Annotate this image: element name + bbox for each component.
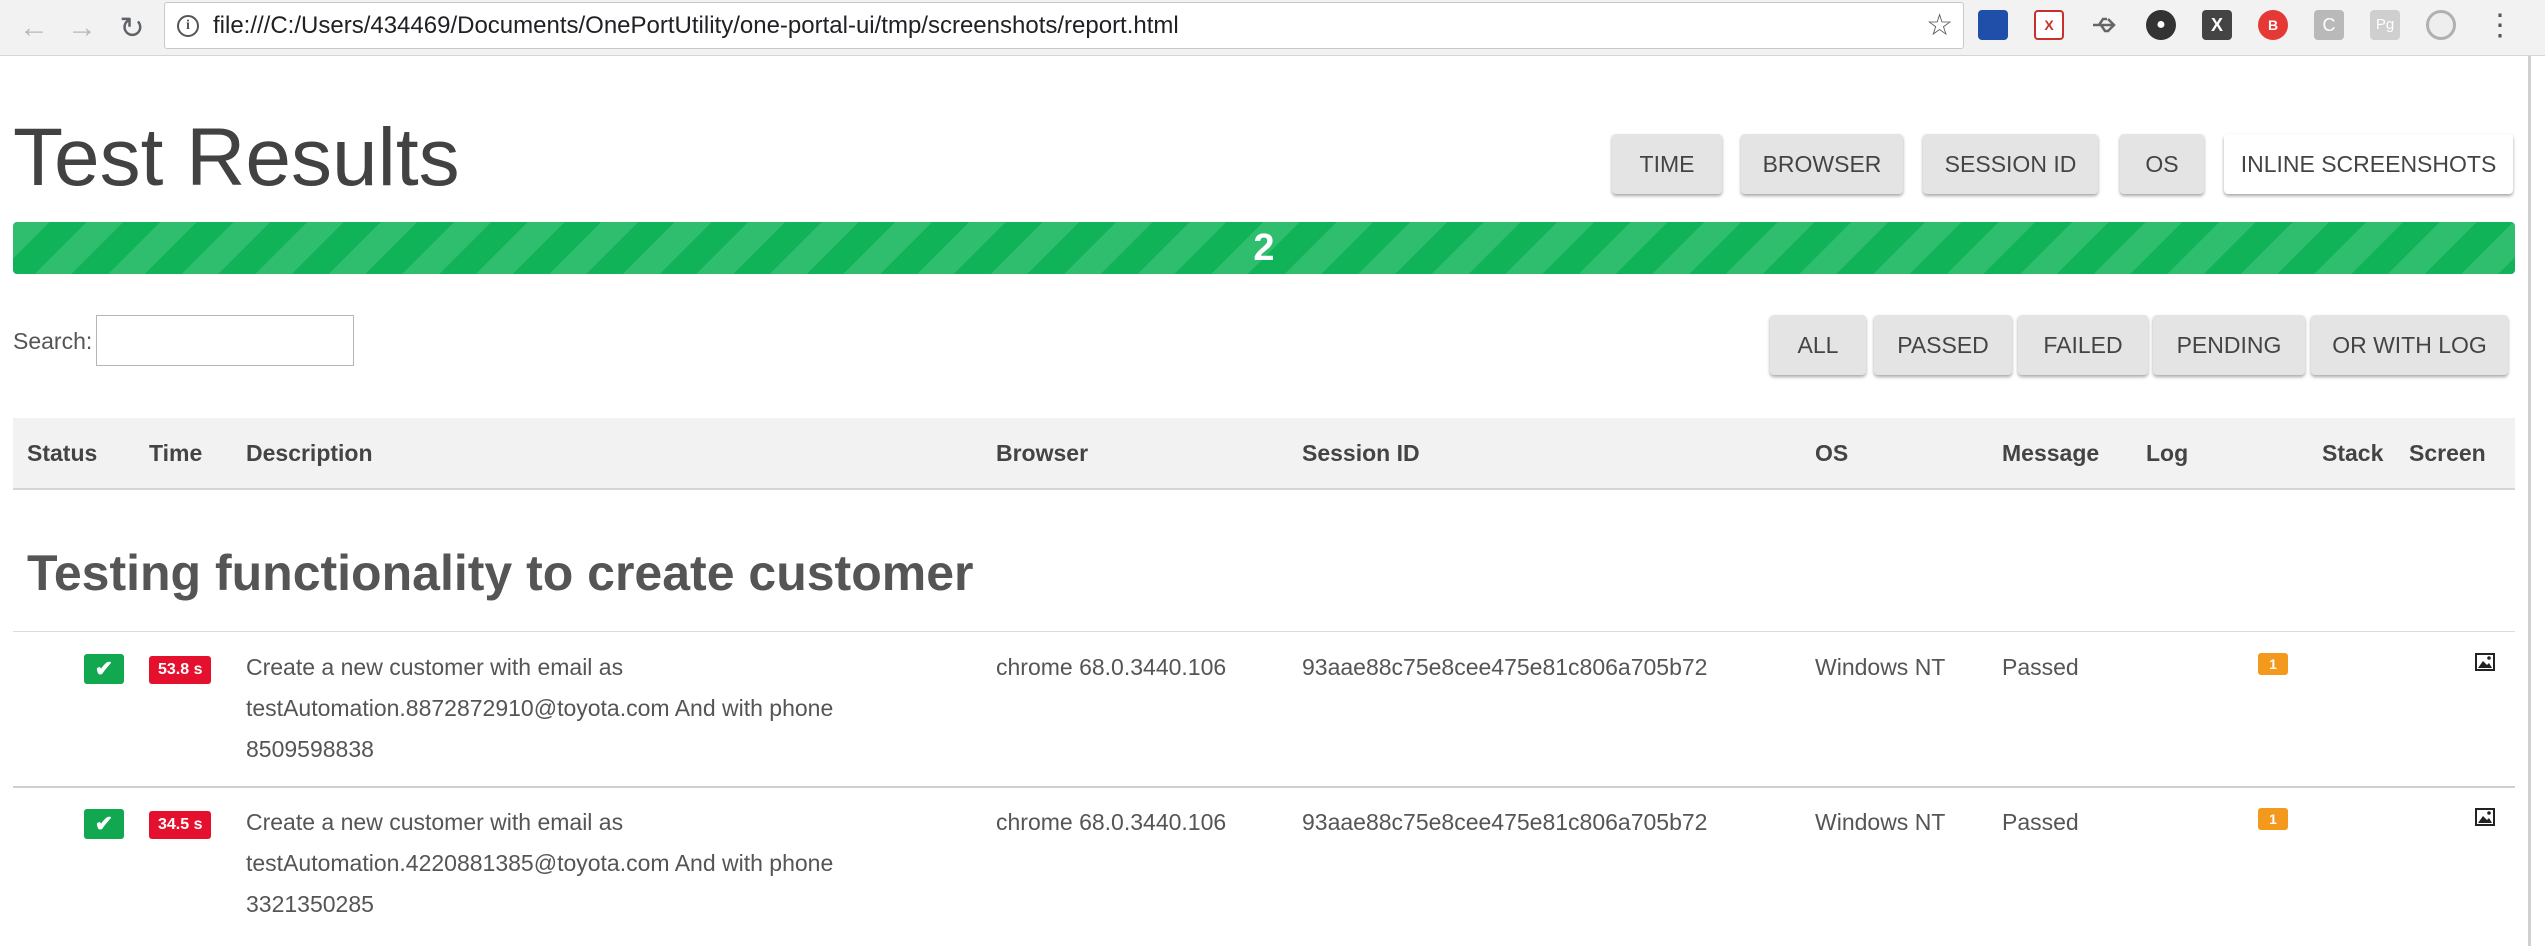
c-extension-icon[interactable]: C xyxy=(2314,10,2344,40)
description-line: Create a new customer with email as xyxy=(246,809,624,835)
passed-count: 2 xyxy=(1253,226,1275,269)
browser-toolbar: ← → ↻ i file:///C:/Users/434469/Document… xyxy=(0,0,2545,56)
log-count-badge[interactable]: 1 xyxy=(2258,653,2288,675)
toggle-os-button[interactable]: OS xyxy=(2120,134,2204,194)
passed-check-icon: ✔ xyxy=(84,809,124,839)
search-input[interactable] xyxy=(96,315,354,366)
menu-kebab-icon[interactable]: ⋮ xyxy=(2485,8,2515,44)
browser-cell: chrome 68.0.3440.106 xyxy=(996,809,1227,835)
time-badge: 34.5 s xyxy=(149,811,212,839)
address-bar[interactable]: i file:///C:/Users/434469/Documents/OneP… xyxy=(164,2,1964,49)
column-os[interactable]: OS xyxy=(1815,418,1848,488)
test-description: Create a new customer with email as test… xyxy=(246,802,886,925)
column-stack[interactable]: Stack xyxy=(2322,418,2383,488)
results-progress-bar: 2 xyxy=(13,222,2515,274)
filter-with-log-button[interactable]: OR WITH LOG xyxy=(2311,315,2508,375)
filter-passed-button[interactable]: PASSED xyxy=(1874,315,2012,375)
toggle-session-id-button[interactable]: SESSION ID xyxy=(1923,134,2098,194)
filter-failed-button[interactable]: FAILED xyxy=(2018,315,2148,375)
suite-title: Testing functionality to create customer xyxy=(27,545,974,601)
xpath-extension-icon[interactable]: X xyxy=(2034,10,2064,40)
screenshot-image-icon[interactable] xyxy=(2475,653,2495,671)
window-edge xyxy=(2528,56,2545,946)
passed-check-icon: ✔ xyxy=(84,654,124,684)
usb-extension-icon[interactable] xyxy=(2090,10,2120,40)
description-line: 8509598838 xyxy=(246,736,374,762)
test-description: Create a new customer with email as test… xyxy=(246,647,886,770)
toggle-browser-button[interactable]: BROWSER xyxy=(1741,134,1903,194)
description-line: Create a new customer with email as xyxy=(246,654,624,680)
time-badge: 53.8 s xyxy=(149,656,212,684)
filter-pending-button[interactable]: PENDING xyxy=(2153,315,2305,375)
inline-screenshots-button[interactable]: INLINE SCREENSHOTS xyxy=(2224,134,2513,194)
table-row: ✔ 53.8 s Create a new customer with emai… xyxy=(13,632,2515,788)
url-text[interactable]: file:///C:/Users/434469/Documents/OnePor… xyxy=(213,3,1179,48)
os-cell: Windows NT xyxy=(1815,654,1946,680)
description-line: testAutomation.8872872910@toyota.com And… xyxy=(246,695,834,721)
dome-extension-icon[interactable] xyxy=(2426,10,2456,40)
browser-cell: chrome 68.0.3440.106 xyxy=(996,654,1227,680)
column-screen[interactable]: Screen xyxy=(2409,418,2486,488)
back-arrow-icon[interactable]: ← xyxy=(14,8,54,48)
message-cell: Passed xyxy=(2002,654,2079,680)
column-session-id[interactable]: Session ID xyxy=(1302,418,1420,488)
dark-circle-extension-icon[interactable]: ● xyxy=(2146,10,2176,40)
bookmark-star-icon[interactable]: ☆ xyxy=(1926,9,1953,43)
reload-icon[interactable]: ↻ xyxy=(112,8,152,48)
forward-arrow-icon[interactable]: → xyxy=(62,8,102,48)
toggle-time-button[interactable]: TIME xyxy=(1612,134,1722,194)
x-extension-icon[interactable]: X xyxy=(2202,10,2232,40)
column-message[interactable]: Message xyxy=(2002,418,2099,488)
table-header: Status Time Description Browser Session … xyxy=(13,418,2515,490)
page-title: Test Results xyxy=(13,112,460,203)
column-description[interactable]: Description xyxy=(246,418,373,488)
os-cell: Windows NT xyxy=(1815,809,1946,835)
table-row: ✔ 34.5 s Create a new customer with emai… xyxy=(13,787,2515,943)
log-count-badge[interactable]: 1 xyxy=(2258,808,2288,830)
column-log[interactable]: Log xyxy=(2146,418,2188,488)
description-line: 3321350285 xyxy=(246,891,374,917)
info-icon[interactable]: i xyxy=(177,15,199,37)
column-status[interactable]: Status xyxy=(27,418,97,488)
column-browser[interactable]: Browser xyxy=(996,418,1088,488)
red-b-extension-icon[interactable]: B xyxy=(2258,10,2288,40)
cube-extension-icon[interactable] xyxy=(1978,10,2008,40)
pg-extension-icon[interactable]: Pg xyxy=(2370,10,2400,40)
description-line: testAutomation.4220881385@toyota.com And… xyxy=(246,850,834,876)
message-cell: Passed xyxy=(2002,809,2079,835)
search-label: Search: xyxy=(13,328,93,354)
session-id-cell: 93aae88c75e8cee475e81c806a705b72 xyxy=(1302,654,1708,680)
filter-all-button[interactable]: ALL xyxy=(1770,315,1866,375)
session-id-cell: 93aae88c75e8cee475e81c806a705b72 xyxy=(1302,809,1708,835)
screenshot-image-icon[interactable] xyxy=(2475,808,2495,826)
column-time[interactable]: Time xyxy=(149,418,202,488)
